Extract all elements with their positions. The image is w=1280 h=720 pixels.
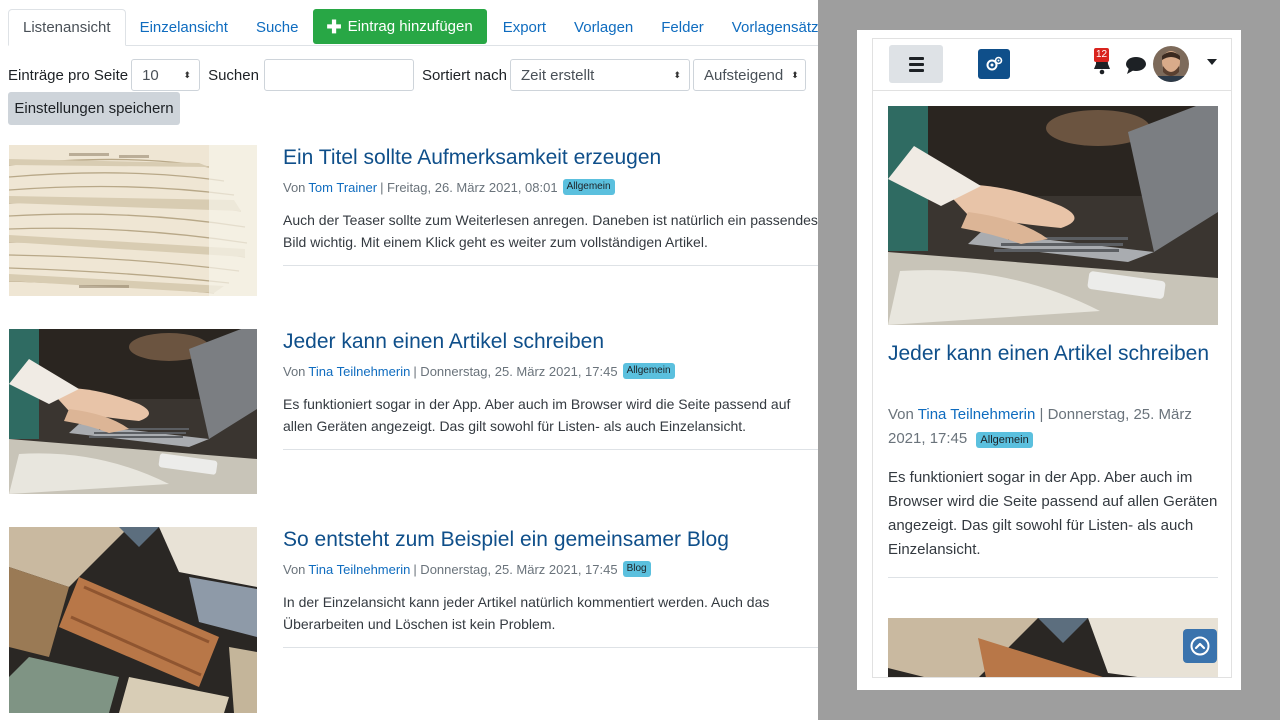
chevron-down-icon[interactable]: [1207, 59, 1217, 65]
select-arrows-icon: ⬍: [673, 69, 681, 80]
entry-title[interactable]: Jeder kann einen Artikel schreiben: [888, 341, 1218, 367]
desktop-view: Listenansicht Einzelansicht Suche ✚ Eint…: [0, 0, 818, 720]
tab-bar: Listenansicht Einzelansicht Suche ✚ Eint…: [8, 9, 818, 46]
meta-by: Von: [283, 179, 306, 195]
divider: [283, 265, 818, 266]
per-page-value: 10: [142, 66, 159, 84]
entry-title[interactable]: Jeder kann einen Artikel schreiben: [283, 329, 818, 355]
add-entry-label: Eintrag hinzufügen: [347, 18, 473, 35]
chat-icon[interactable]: [1125, 55, 1147, 75]
per-page-label: Einträge pro Seite: [8, 66, 129, 84]
meta-by: Von: [283, 561, 306, 577]
author-link[interactable]: Tina Teilnehmerin: [308, 562, 410, 577]
sort-select[interactable]: Zeit erstellt ⬍: [510, 59, 690, 91]
entry-title[interactable]: So entsteht zum Beispiel ein gemeinsamer…: [283, 527, 818, 553]
list-controls: Einträge pro Seite 10 ⬍ Suchen Sortiert …: [8, 59, 818, 91]
entry-date: | Donnerstag, 25. März 2021, 17:45: [413, 561, 618, 577]
entry-meta: Von Tom Trainer | Freitag, 26. März 2021…: [283, 179, 818, 195]
divider: [283, 449, 818, 450]
author-link[interactable]: Tom Trainer: [308, 180, 377, 195]
author-link[interactable]: Tina Teilnehmerin: [308, 364, 410, 379]
tag-badge[interactable]: Allgemein: [976, 432, 1033, 448]
tab-vorlagen[interactable]: Vorlagen: [560, 9, 647, 45]
meta-by: Von: [283, 363, 306, 379]
mobile-screen: 12 Jeder kann einen Artikel schreiben Vo…: [872, 38, 1232, 678]
books-image: [888, 618, 1218, 677]
entry-title[interactable]: Ein Titel sollte Aufmerksamkeit erzeugen: [283, 145, 818, 171]
search-label: Suchen: [208, 66, 259, 84]
plus-icon: ✚: [326, 16, 342, 37]
logo-gears-icon[interactable]: [978, 49, 1010, 79]
author-link[interactable]: Tina Teilnehmerin: [918, 406, 1036, 423]
entry-teaser: Es funktioniert sogar in der App. Aber a…: [888, 469, 1218, 558]
tag-badge[interactable]: Allgemein: [562, 179, 615, 195]
tab-export[interactable]: Export: [489, 9, 560, 45]
entry-teaser: Es funktioniert sogar in der App. Aber a…: [283, 396, 791, 434]
tab-vorlagensaetze[interactable]: Vorlagensätze: [718, 9, 818, 45]
add-entry-button[interactable]: ✚ Eintrag hinzufügen: [312, 9, 487, 44]
select-arrows-icon: ⬍: [183, 69, 192, 80]
avatar[interactable]: [1153, 46, 1189, 82]
entry-date: | Freitag, 26. März 2021, 08:01: [380, 179, 558, 195]
per-page-select[interactable]: 10 ⬍: [131, 59, 201, 91]
entry-teaser: In der Einzelansicht kann jeder Artikel …: [283, 594, 770, 632]
entry-meta: Von Tina Teilnehmerin | Donnerstag, 25. …: [888, 403, 1218, 451]
meta-by: Von: [888, 406, 914, 423]
notification-count-badge: 12: [1094, 48, 1110, 62]
tag-badge[interactable]: Blog: [622, 561, 651, 577]
tab-suche[interactable]: Suche: [242, 9, 313, 45]
arrow-up-icon[interactable]: [1183, 629, 1217, 663]
entry-teaser: Auch der Teaser sollte zum Weiterlesen a…: [283, 212, 818, 250]
tab-felder[interactable]: Felder: [647, 9, 718, 45]
divider: [888, 577, 1218, 578]
order-select[interactable]: Aufsteigend ⬍: [693, 59, 806, 91]
tag-badge[interactable]: Allgemein: [622, 363, 675, 379]
mobile-navbar: 12: [873, 39, 1231, 91]
search-input[interactable]: [263, 59, 414, 91]
select-arrows-icon: ⬍: [791, 69, 799, 80]
laptop-image: [9, 329, 257, 494]
entry-meta: Von Tina Teilnehmerin | Donnerstag, 25. …: [283, 363, 818, 379]
sort-value: Zeit erstellt: [521, 66, 595, 84]
laptop-image: [888, 106, 1218, 325]
books-image: [9, 527, 257, 713]
sort-label: Sortiert nach: [421, 66, 507, 84]
entry-meta: Von Tina Teilnehmerin | Donnerstag, 25. …: [283, 561, 818, 577]
tab-listenansicht[interactable]: Listenansicht: [8, 9, 126, 46]
tab-einzelansicht[interactable]: Einzelansicht: [126, 9, 242, 45]
newspaper-image: [9, 145, 257, 296]
entry-date: | Donnerstag, 25. März 2021, 17:45: [413, 363, 618, 379]
divider: [283, 647, 818, 648]
order-value: Aufsteigend: [704, 66, 784, 84]
save-settings-button[interactable]: Einstellungen speichern: [8, 92, 180, 125]
hamburger-icon[interactable]: [889, 45, 943, 83]
